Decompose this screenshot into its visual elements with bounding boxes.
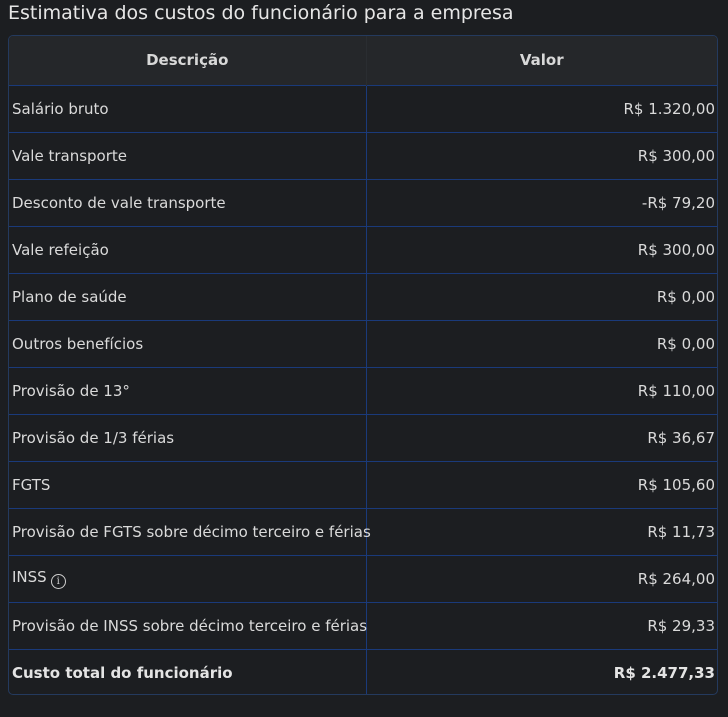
row-label: FGTS bbox=[9, 460, 367, 508]
table-row: Outros benefícios R$ 0,00 bbox=[9, 319, 717, 367]
info-icon[interactable]: i bbox=[50, 574, 66, 589]
row-label: Provisão de 13° bbox=[9, 366, 367, 414]
row-label: Outros benefícios bbox=[9, 319, 367, 367]
row-value: R$ 0,00 bbox=[366, 272, 717, 320]
row-value: R$ 0,00 bbox=[366, 319, 717, 367]
row-value: R$ 264,00 bbox=[366, 554, 717, 602]
table-row: Desconto de vale transporte -R$ 79,20 bbox=[9, 178, 717, 226]
row-label: Provisão de 1/3 férias bbox=[9, 413, 367, 461]
row-value: -R$ 79,20 bbox=[366, 178, 717, 226]
table-row: Provisão de INSS sobre décimo terceiro e… bbox=[9, 601, 717, 649]
row-label: Provisão de INSS sobre décimo terceiro e… bbox=[9, 601, 367, 649]
page-title: Estimativa dos custos do funcionário par… bbox=[8, 2, 514, 24]
cost-table: Descrição Valor Salário bruto R$ 1.320,0… bbox=[8, 35, 718, 695]
table-header-row: Descrição Valor bbox=[9, 36, 717, 85]
row-label-text: INSS bbox=[12, 568, 47, 586]
row-value: R$ 105,60 bbox=[366, 460, 717, 508]
table-row: FGTS R$ 105,60 bbox=[9, 460, 717, 508]
table-row: Provisão de 13° R$ 110,00 bbox=[9, 366, 717, 414]
row-label: Salário bruto bbox=[9, 84, 367, 132]
total-value: R$ 2.477,33 bbox=[366, 648, 717, 694]
row-label: Plano de saúde bbox=[9, 272, 367, 320]
row-value: R$ 300,00 bbox=[366, 131, 717, 179]
table-row: Salário bruto R$ 1.320,00 bbox=[9, 84, 717, 132]
row-value: R$ 36,67 bbox=[366, 413, 717, 461]
row-value: R$ 11,73 bbox=[366, 507, 717, 555]
row-label: Vale refeição bbox=[9, 225, 367, 273]
table-row: Vale refeição R$ 300,00 bbox=[9, 225, 717, 273]
table-row: INSS i R$ 264,00 bbox=[9, 554, 717, 602]
table-row: Vale transporte R$ 300,00 bbox=[9, 131, 717, 179]
column-header-value: Valor bbox=[519, 51, 564, 70]
total-label: Custo total do funcionário bbox=[9, 648, 367, 694]
row-value: R$ 300,00 bbox=[366, 225, 717, 273]
table-row: Provisão de 1/3 férias R$ 36,67 bbox=[9, 413, 717, 461]
row-label-inss: INSS i bbox=[9, 554, 367, 602]
row-label: Vale transporte bbox=[9, 131, 367, 179]
row-value: R$ 29,33 bbox=[366, 601, 717, 649]
row-value: R$ 110,00 bbox=[366, 366, 717, 414]
table-row: Plano de saúde R$ 0,00 bbox=[9, 272, 717, 320]
row-label: Desconto de vale transporte bbox=[9, 178, 367, 226]
row-value: R$ 1.320,00 bbox=[366, 84, 717, 132]
total-row: Custo total do funcionário R$ 2.477,33 bbox=[9, 648, 717, 694]
row-label: Provisão de FGTS sobre décimo terceiro e… bbox=[9, 507, 371, 555]
column-header-description: Descrição bbox=[9, 36, 367, 85]
table-row: Provisão de FGTS sobre décimo terceiro e… bbox=[9, 507, 717, 555]
